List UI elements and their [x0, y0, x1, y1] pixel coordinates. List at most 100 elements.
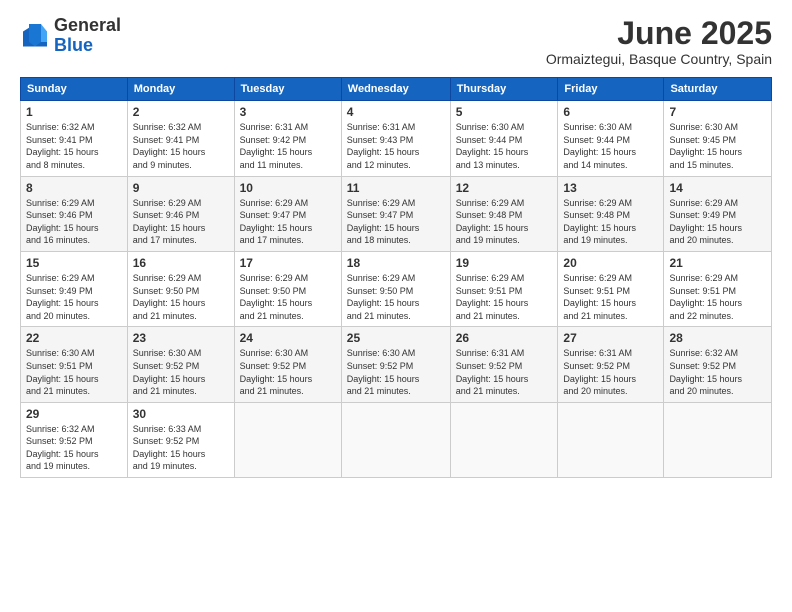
day-info: Sunrise: 6:29 AM Sunset: 9:51 PM Dayligh…: [669, 272, 766, 322]
day-info: Sunrise: 6:29 AM Sunset: 9:50 PM Dayligh…: [133, 272, 229, 322]
calendar-header: Sunday Monday Tuesday Wednesday Thursday…: [21, 78, 772, 101]
day-info: Sunrise: 6:32 AM Sunset: 9:41 PM Dayligh…: [133, 121, 229, 171]
day-number: 18: [347, 256, 445, 270]
month-title: June 2025: [546, 16, 772, 51]
table-row: 19 Sunrise: 6:29 AM Sunset: 9:51 PM Dayli…: [450, 251, 558, 326]
table-row: [234, 402, 341, 477]
day-info: Sunrise: 6:29 AM Sunset: 9:48 PM Dayligh…: [563, 197, 658, 247]
day-number: 14: [669, 181, 766, 195]
day-info: Sunrise: 6:29 AM Sunset: 9:47 PM Dayligh…: [240, 197, 336, 247]
day-info: Sunrise: 6:30 AM Sunset: 9:51 PM Dayligh…: [26, 347, 122, 397]
table-row: 27 Sunrise: 6:31 AM Sunset: 9:52 PM Dayli…: [558, 327, 664, 402]
table-row: [341, 402, 450, 477]
table-row: [450, 402, 558, 477]
day-number: 15: [26, 256, 122, 270]
header-row: Sunday Monday Tuesday Wednesday Thursday…: [21, 78, 772, 101]
day-info: Sunrise: 6:31 AM Sunset: 9:52 PM Dayligh…: [563, 347, 658, 397]
day-number: 9: [133, 181, 229, 195]
day-number: 28: [669, 331, 766, 345]
day-number: 11: [347, 181, 445, 195]
day-number: 2: [133, 105, 229, 119]
table-row: 18 Sunrise: 6:29 AM Sunset: 9:50 PM Dayli…: [341, 251, 450, 326]
day-number: 21: [669, 256, 766, 270]
day-number: 16: [133, 256, 229, 270]
day-number: 1: [26, 105, 122, 119]
day-info: Sunrise: 6:30 AM Sunset: 9:52 PM Dayligh…: [240, 347, 336, 397]
table-row: 23Sunrise: 6:30 AM Sunset: 9:52 PM Dayli…: [127, 327, 234, 402]
table-row: 14 Sunrise: 6:29 AM Sunset: 9:49 PM Dayli…: [664, 176, 772, 251]
day-info: Sunrise: 6:31 AM Sunset: 9:52 PM Dayligh…: [456, 347, 553, 397]
day-info: Sunrise: 6:29 AM Sunset: 9:48 PM Dayligh…: [456, 197, 553, 247]
table-row: 28 Sunrise: 6:32 AM Sunset: 9:52 PM Dayli…: [664, 327, 772, 402]
table-row: 25 Sunrise: 6:30 AM Sunset: 9:52 PM Dayli…: [341, 327, 450, 402]
day-info: Sunrise: 6:29 AM Sunset: 9:51 PM Dayligh…: [563, 272, 658, 322]
table-row: 11Sunrise: 6:29 AM Sunset: 9:47 PM Dayli…: [341, 176, 450, 251]
table-row: 13 Sunrise: 6:29 AM Sunset: 9:48 PM Dayli…: [558, 176, 664, 251]
day-info: Sunrise: 6:33 AM Sunset: 9:52 PM Dayligh…: [133, 423, 229, 473]
header-monday: Monday: [127, 78, 234, 101]
header-saturday: Saturday: [664, 78, 772, 101]
table-row: 9 Sunrise: 6:29 AM Sunset: 9:46 PM Daylig…: [127, 176, 234, 251]
day-info: Sunrise: 6:32 AM Sunset: 9:52 PM Dayligh…: [669, 347, 766, 397]
day-info: Sunrise: 6:31 AM Sunset: 9:43 PM Dayligh…: [347, 121, 445, 171]
day-number: 3: [240, 105, 336, 119]
day-info: Sunrise: 6:29 AM Sunset: 9:46 PM Dayligh…: [133, 197, 229, 247]
header-friday: Friday: [558, 78, 664, 101]
header: General Blue June 2025 Ormaiztegui, Basq…: [20, 16, 772, 67]
day-number: 12: [456, 181, 553, 195]
calendar-body: 1 Sunrise: 6:32 AM Sunset: 9:41 PM Daylig…: [21, 101, 772, 478]
day-number: 27: [563, 331, 658, 345]
table-row: 21 Sunrise: 6:29 AM Sunset: 9:51 PM Dayli…: [664, 251, 772, 326]
table-row: 17 Sunrise: 6:29 AM Sunset: 9:50 PM Dayli…: [234, 251, 341, 326]
table-row: 22 Sunrise: 6:30 AM Sunset: 9:51 PM Dayli…: [21, 327, 128, 402]
day-number: 29: [26, 407, 122, 421]
table-row: 10 Sunrise: 6:29 AM Sunset: 9:47 PM Dayli…: [234, 176, 341, 251]
day-info: Sunrise: 6:32 AM Sunset: 9:41 PM Dayligh…: [26, 121, 122, 171]
day-number: 30: [133, 407, 229, 421]
calendar-row: 15Sunrise: 6:29 AM Sunset: 9:49 PM Dayli…: [21, 251, 772, 326]
day-number: 19: [456, 256, 553, 270]
logo-text: General Blue: [54, 16, 121, 56]
table-row: 24 Sunrise: 6:30 AM Sunset: 9:52 PM Dayli…: [234, 327, 341, 402]
day-number: 24: [240, 331, 336, 345]
day-number: 13: [563, 181, 658, 195]
header-tuesday: Tuesday: [234, 78, 341, 101]
header-wednesday: Wednesday: [341, 78, 450, 101]
day-info: Sunrise: 6:29 AM Sunset: 9:50 PM Dayligh…: [347, 272, 445, 322]
logo-blue: Blue: [54, 35, 93, 55]
logo: General Blue: [20, 16, 121, 56]
table-row: 20Sunrise: 6:29 AM Sunset: 9:51 PM Dayli…: [558, 251, 664, 326]
day-number: 17: [240, 256, 336, 270]
header-sunday: Sunday: [21, 78, 128, 101]
table-row: [558, 402, 664, 477]
table-row: 12 Sunrise: 6:29 AM Sunset: 9:48 PM Dayli…: [450, 176, 558, 251]
day-number: 22: [26, 331, 122, 345]
day-info: Sunrise: 6:29 AM Sunset: 9:46 PM Dayligh…: [26, 197, 122, 247]
table-row: 15Sunrise: 6:29 AM Sunset: 9:49 PM Dayli…: [21, 251, 128, 326]
day-number: 25: [347, 331, 445, 345]
table-row: 4 Sunrise: 6:31 AM Sunset: 9:43 PM Daylig…: [341, 101, 450, 176]
calendar-table: Sunday Monday Tuesday Wednesday Thursday…: [20, 77, 772, 478]
table-row: 6Sunrise: 6:30 AM Sunset: 9:44 PM Daylig…: [558, 101, 664, 176]
day-number: 8: [26, 181, 122, 195]
day-number: 10: [240, 181, 336, 195]
day-info: Sunrise: 6:29 AM Sunset: 9:51 PM Dayligh…: [456, 272, 553, 322]
day-number: 5: [456, 105, 553, 119]
day-info: Sunrise: 6:30 AM Sunset: 9:44 PM Dayligh…: [456, 121, 553, 171]
day-number: 23: [133, 331, 229, 345]
day-info: Sunrise: 6:29 AM Sunset: 9:49 PM Dayligh…: [669, 197, 766, 247]
table-row: 30 Sunrise: 6:33 AM Sunset: 9:52 PM Dayli…: [127, 402, 234, 477]
table-row: 2 Sunrise: 6:32 AM Sunset: 9:41 PM Daylig…: [127, 101, 234, 176]
day-number: 7: [669, 105, 766, 119]
day-info: Sunrise: 6:29 AM Sunset: 9:50 PM Dayligh…: [240, 272, 336, 322]
table-row: 3Sunrise: 6:31 AM Sunset: 9:42 PM Daylig…: [234, 101, 341, 176]
logo-general: General: [54, 15, 121, 35]
day-number: 4: [347, 105, 445, 119]
day-info: Sunrise: 6:30 AM Sunset: 9:52 PM Dayligh…: [347, 347, 445, 397]
location-title: Ormaiztegui, Basque Country, Spain: [546, 51, 772, 67]
table-row: 26Sunrise: 6:31 AM Sunset: 9:52 PM Dayli…: [450, 327, 558, 402]
table-row: 16 Sunrise: 6:29 AM Sunset: 9:50 PM Dayli…: [127, 251, 234, 326]
table-row: 8 Sunrise: 6:29 AM Sunset: 9:46 PM Daylig…: [21, 176, 128, 251]
title-block: June 2025 Ormaiztegui, Basque Country, S…: [546, 16, 772, 67]
day-info: Sunrise: 6:30 AM Sunset: 9:45 PM Dayligh…: [669, 121, 766, 171]
